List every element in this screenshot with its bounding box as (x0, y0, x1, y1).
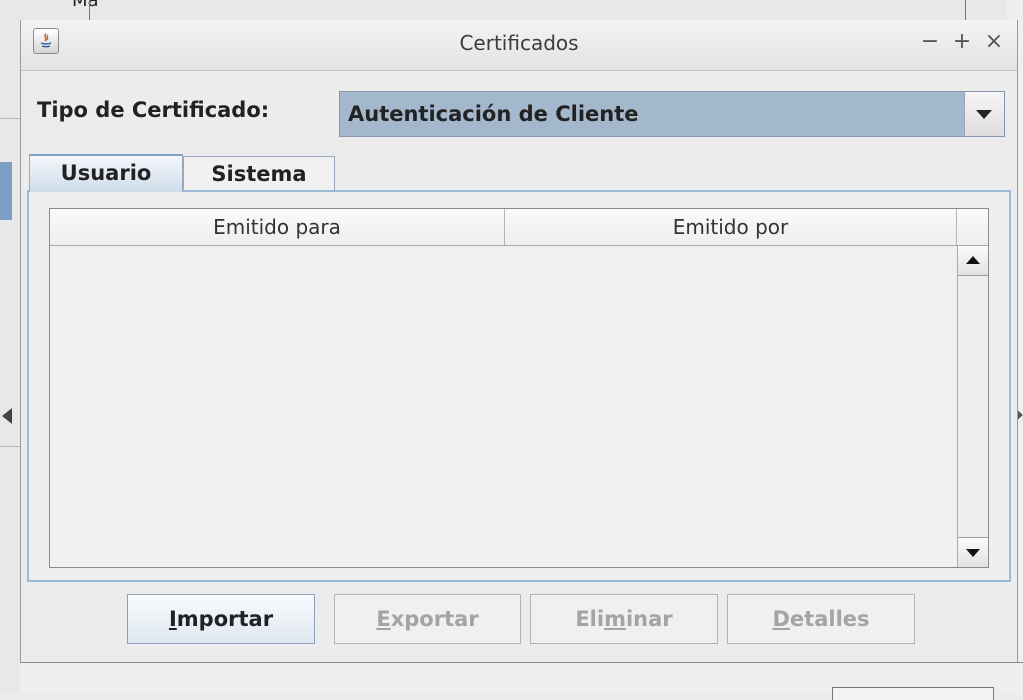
tab-sistema[interactable]: Sistema (183, 156, 335, 192)
column-header-emitido-para[interactable]: Emitido para (50, 209, 505, 246)
certificate-type-select[interactable]: Autenticación de Cliente (339, 91, 1005, 137)
scroll-down-button[interactable] (958, 537, 988, 567)
chevron-down-icon (976, 110, 992, 119)
background-text: Ma (72, 0, 99, 11)
background-button (832, 687, 994, 700)
eliminar-button[interactable]: Eliminar (530, 594, 718, 644)
certificados-dialog: Certificados − + × Tipo de Certificado: … (20, 20, 1018, 662)
exportar-button[interactable]: Exportar (334, 594, 521, 644)
title-bar[interactable]: Certificados − + × (21, 20, 1017, 71)
background-selection (0, 162, 12, 220)
vertical-scrollbar[interactable] (957, 246, 988, 567)
arrow-down-icon (966, 549, 980, 557)
minimize-button[interactable]: − (917, 28, 943, 56)
arrow-up-icon (966, 256, 980, 264)
background-divider (0, 118, 20, 119)
column-header-emitido-por[interactable]: Emitido por (505, 209, 957, 246)
background-divider (965, 0, 966, 20)
certificate-type-value: Autenticación de Cliente (348, 102, 639, 126)
background-divider (89, 0, 90, 20)
certificate-type-label: Tipo de Certificado: (37, 98, 270, 122)
window-title: Certificados (459, 31, 579, 55)
background-divider (0, 446, 20, 447)
close-button[interactable]: × (981, 28, 1007, 56)
detalles-button[interactable]: Detalles (727, 594, 915, 644)
background-arrow-icon (2, 408, 12, 424)
scroll-up-button[interactable] (958, 246, 988, 276)
tab-usuario[interactable]: Usuario (29, 154, 183, 192)
background-window-top: Ma (22, 0, 1023, 20)
importar-button[interactable]: Importar (127, 594, 315, 644)
certificates-table[interactable]: Emitido para Emitido por (49, 208, 989, 568)
dropdown-button[interactable] (964, 92, 1004, 136)
scrollbar-track[interactable] (958, 276, 988, 537)
maximize-button[interactable]: + (949, 28, 975, 56)
background-window-left (0, 0, 22, 693)
table-header-corner (957, 209, 988, 246)
